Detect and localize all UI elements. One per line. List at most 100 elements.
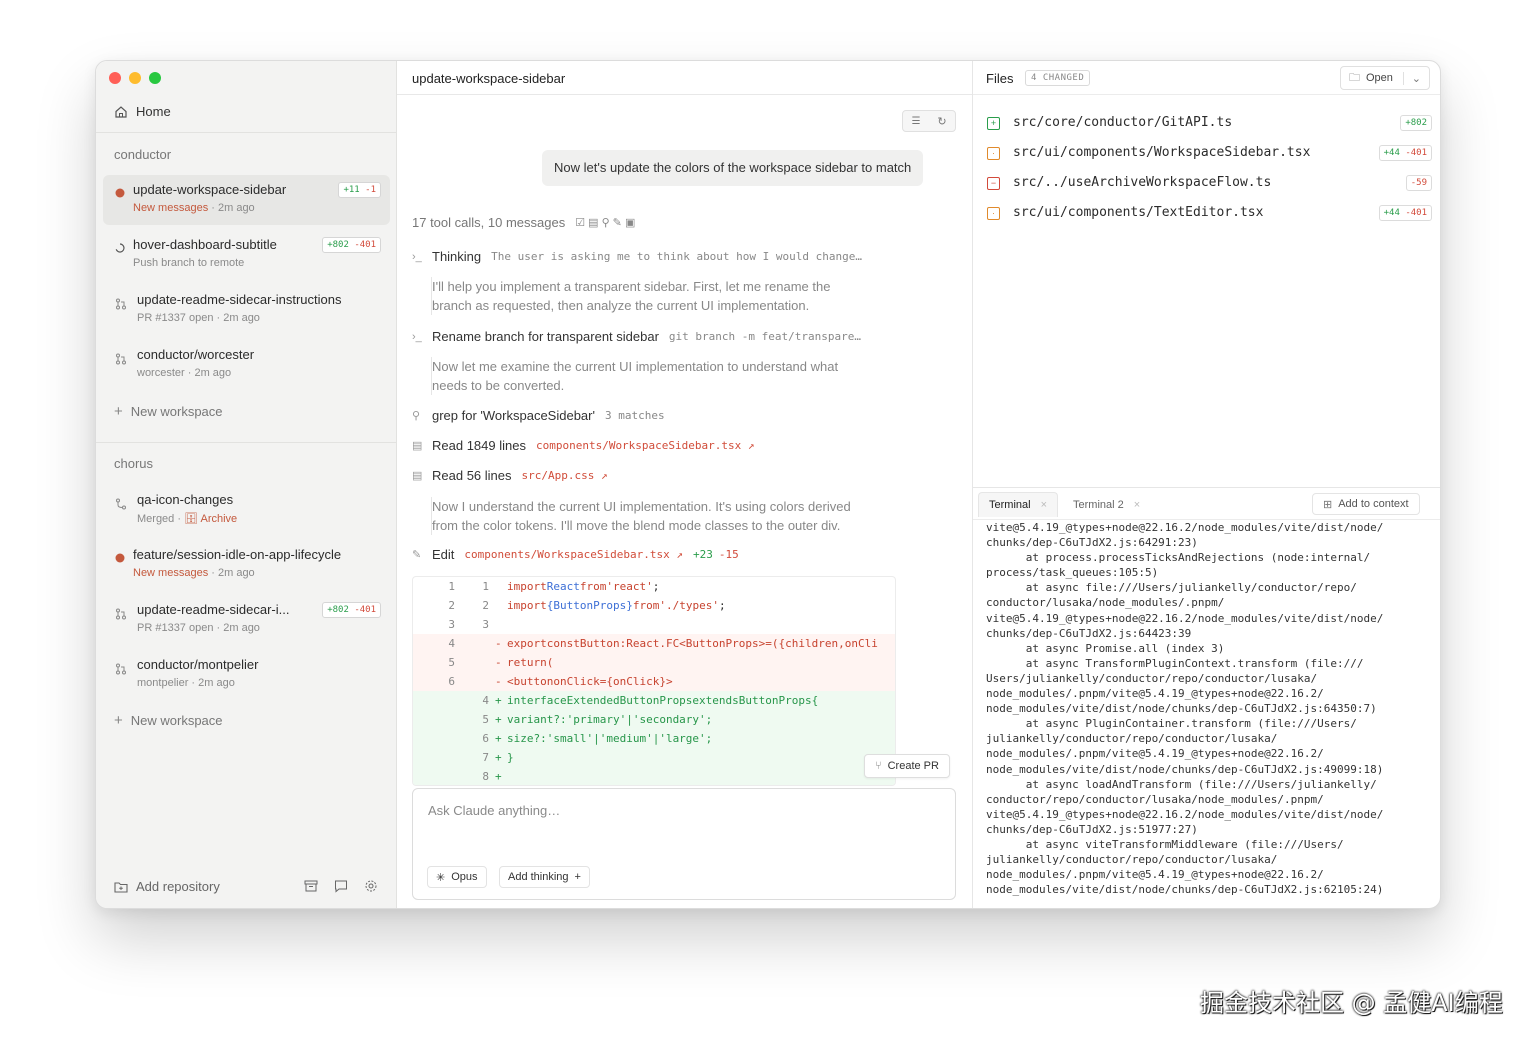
merged-icon: [116, 498, 126, 510]
archive-link[interactable]: Archive: [201, 513, 238, 525]
tab-terminal-2[interactable]: Terminal 2 ×: [1063, 493, 1150, 516]
model-selector[interactable]: ✳ Opus: [427, 866, 487, 888]
archive-icon[interactable]: 🗄︎: [184, 513, 198, 525]
terminal-tabs: Terminal × Terminal 2 × ⊞ Add to context: [973, 487, 1440, 520]
tool-row-grep[interactable]: ⚲ grep for 'WorkspaceSidebar' 3 matches: [412, 408, 665, 423]
home-nav[interactable]: Home: [114, 104, 171, 119]
code-line: 5 + variant?:'primary'|'secondary';: [413, 710, 895, 729]
diff-viewer: 1 1 importReactfrom'react'; 2 2 import{Button…: [412, 576, 896, 786]
close-icon[interactable]: ×: [1134, 499, 1140, 511]
edit-additions: +23: [692, 548, 713, 561]
add-repository-label: Add repository: [136, 879, 220, 894]
new-workspace-button[interactable]: + New workspace: [114, 403, 223, 420]
terminal-line: node_modules/vite/dist/node/chunks/dep-C…: [986, 762, 1384, 776]
add-thinking-button[interactable]: Add thinking +: [499, 866, 590, 888]
new-workspace-label: New workspace: [130, 404, 223, 419]
tab-terminal[interactable]: Terminal ×: [978, 492, 1059, 517]
workspace-status: New messages · 2m ago: [133, 567, 255, 579]
files-title: Files: [986, 71, 1014, 86]
rename-label: Rename branch for transparent sidebar: [432, 329, 659, 344]
file-link[interactable]: src/App.css ↗: [522, 469, 608, 482]
plus-icon: +: [574, 871, 581, 883]
grep-matches: 3 matches: [604, 409, 665, 422]
window-controls: [109, 72, 161, 84]
files-panel: Files 4 CHANGED 🗀︎ Open ⌄ + src/core/con…: [972, 61, 1440, 908]
changed-file[interactable]: · src/ui/components/TextEditor.tsx +44 -…: [987, 203, 1432, 225]
maximize-window-button[interactable]: [149, 72, 161, 84]
create-pr-button[interactable]: ⑂ Create PR: [864, 754, 950, 778]
changed-file[interactable]: · src/ui/components/WorkspaceSidebar.tsx…: [987, 143, 1432, 165]
workspace-item[interactable]: feature/session-idle-on-app-lifecycle Ne…: [103, 540, 390, 590]
open-button[interactable]: 🗀︎ Open ⌄: [1340, 66, 1430, 90]
workspace-title: update-readme-sidecar-i...: [137, 602, 290, 617]
workspace-item[interactable]: hover-dashboard-subtitle Push branch to …: [103, 230, 390, 280]
diff-badge: +802 -401: [322, 237, 381, 253]
workspace-status: PR #1337 open · 2m ago: [137, 622, 260, 634]
code-line: 6- <buttononClick={onClick}>: [413, 672, 895, 691]
pull-request-icon: [116, 663, 126, 675]
terminal-line: vite@5.4.19_@types+node@22.16.2/node_mod…: [986, 807, 1384, 821]
edit-label: Edit: [432, 547, 455, 562]
file-link[interactable]: components/WorkspaceSidebar.tsx ↗: [464, 548, 683, 561]
pull-request-icon: ⑂: [875, 760, 882, 772]
terminal-line: vite@5.4.19_@types+node@22.16.2/node_mod…: [986, 521, 1384, 534]
sparkle-icon: ✳: [436, 871, 446, 884]
list-icon[interactable]: ☰: [911, 116, 920, 127]
file-path: src/ui/components/TextEditor.tsx: [1013, 205, 1264, 220]
terminal-line: node_modules/.pnpm/vite@5.4.19_@types+no…: [986, 687, 1324, 701]
gear-icon[interactable]: [364, 879, 378, 893]
app-window: Home conductor update-workspace-sidebar …: [95, 60, 1441, 909]
file-icon: ▤: [412, 440, 423, 452]
workspace-title: conductor/worcester: [137, 347, 255, 362]
repo-label-conductor: conductor: [114, 147, 172, 162]
tool-row-rename[interactable]: ›_ Rename branch for transparent sidebar…: [412, 329, 861, 344]
terminal-line: Users/juliankelly/conductor/repo/conduct…: [986, 671, 1318, 685]
file-modified-icon: ·: [987, 147, 1000, 160]
close-window-button[interactable]: [109, 72, 121, 84]
archive-box-icon[interactable]: [304, 879, 318, 893]
add-repository-button[interactable]: Add repository: [114, 879, 220, 894]
workspace-item[interactable]: update-readme-sidecar-instructions PR #1…: [103, 285, 390, 335]
thinking-row[interactable]: ›_ Thinking The user is asking me to thi…: [412, 249, 862, 264]
changed-file[interactable]: − src/../useArchiveWorkspaceFlow.ts -59: [987, 173, 1432, 195]
terminal-line: juliankelly/conductor/repo/conductor/lus…: [986, 853, 1278, 867]
workspace-item[interactable]: update-workspace-sidebar New messages · …: [103, 175, 390, 225]
home-label: Home: [136, 104, 171, 119]
workspace-title: qa-icon-changes: [137, 492, 234, 507]
add-to-context-button[interactable]: ⊞ Add to context: [1312, 493, 1420, 515]
close-icon[interactable]: ×: [1041, 499, 1047, 511]
add-thinking-label: Add thinking: [508, 871, 569, 883]
tool-row-edit[interactable]: ✎ Edit components/WorkspaceSidebar.tsx ↗…: [412, 547, 739, 562]
code-line: 8 +: [413, 767, 895, 785]
changed-file[interactable]: + src/core/conductor/GitAPI.ts +802: [987, 113, 1432, 135]
file-icon: ▤: [412, 470, 423, 482]
edit-icon: ✎: [412, 549, 422, 561]
workspace-item[interactable]: conductor/worcester worcester · 2m ago: [103, 340, 390, 390]
tool-row-read[interactable]: ▤ Read 56 lines src/App.css ↗: [412, 468, 608, 483]
repo-label-chorus: chorus: [114, 456, 154, 471]
code-line: 4- exportconstButton:React.FC<ButtonProps…: [413, 634, 895, 653]
workspace-item[interactable]: update-readme-sidecar-i... PR #1337 open…: [103, 595, 390, 645]
code-line: 33: [448, 618, 489, 631]
tool-row-read[interactable]: ▤ Read 1849 lines components/WorkspaceSi…: [412, 438, 755, 453]
chat-bubble-icon[interactable]: [334, 879, 348, 893]
workspace-status: worcester · 2m ago: [137, 367, 232, 379]
file-link[interactable]: components/WorkspaceSidebar.tsx ↗: [536, 439, 755, 452]
read-label: Read 1849 lines: [432, 438, 526, 453]
chevron-down-icon[interactable]: ⌄: [1402, 71, 1421, 85]
terminal-line: at async Promise.all (index 3): [986, 641, 1225, 655]
workspace-item[interactable]: conductor/montpelier montpelier · 2m ago: [103, 650, 390, 700]
diff-badge: +802 -401: [322, 602, 381, 618]
loading-spinner-icon: [115, 243, 125, 253]
sidebar: Home conductor update-workspace-sidebar …: [96, 61, 397, 908]
refresh-icon[interactable]: ↻: [937, 115, 946, 128]
home-icon: [115, 105, 127, 118]
chat-input[interactable]: Ask Claude anything… ✳ Opus Add thinking…: [412, 788, 956, 900]
new-workspace-button[interactable]: + New workspace: [114, 712, 223, 729]
terminal-line: at async loadAndTransform (file:///Users…: [986, 777, 1377, 791]
minimize-window-button[interactable]: [129, 72, 141, 84]
workspace-item[interactable]: qa-icon-changes Merged · 🗄︎ Archive: [103, 485, 390, 535]
grep-label: grep for 'WorkspaceSidebar': [432, 408, 595, 423]
file-diff: +802: [1400, 115, 1432, 131]
chevron-right-icon: ›_: [412, 250, 422, 263]
